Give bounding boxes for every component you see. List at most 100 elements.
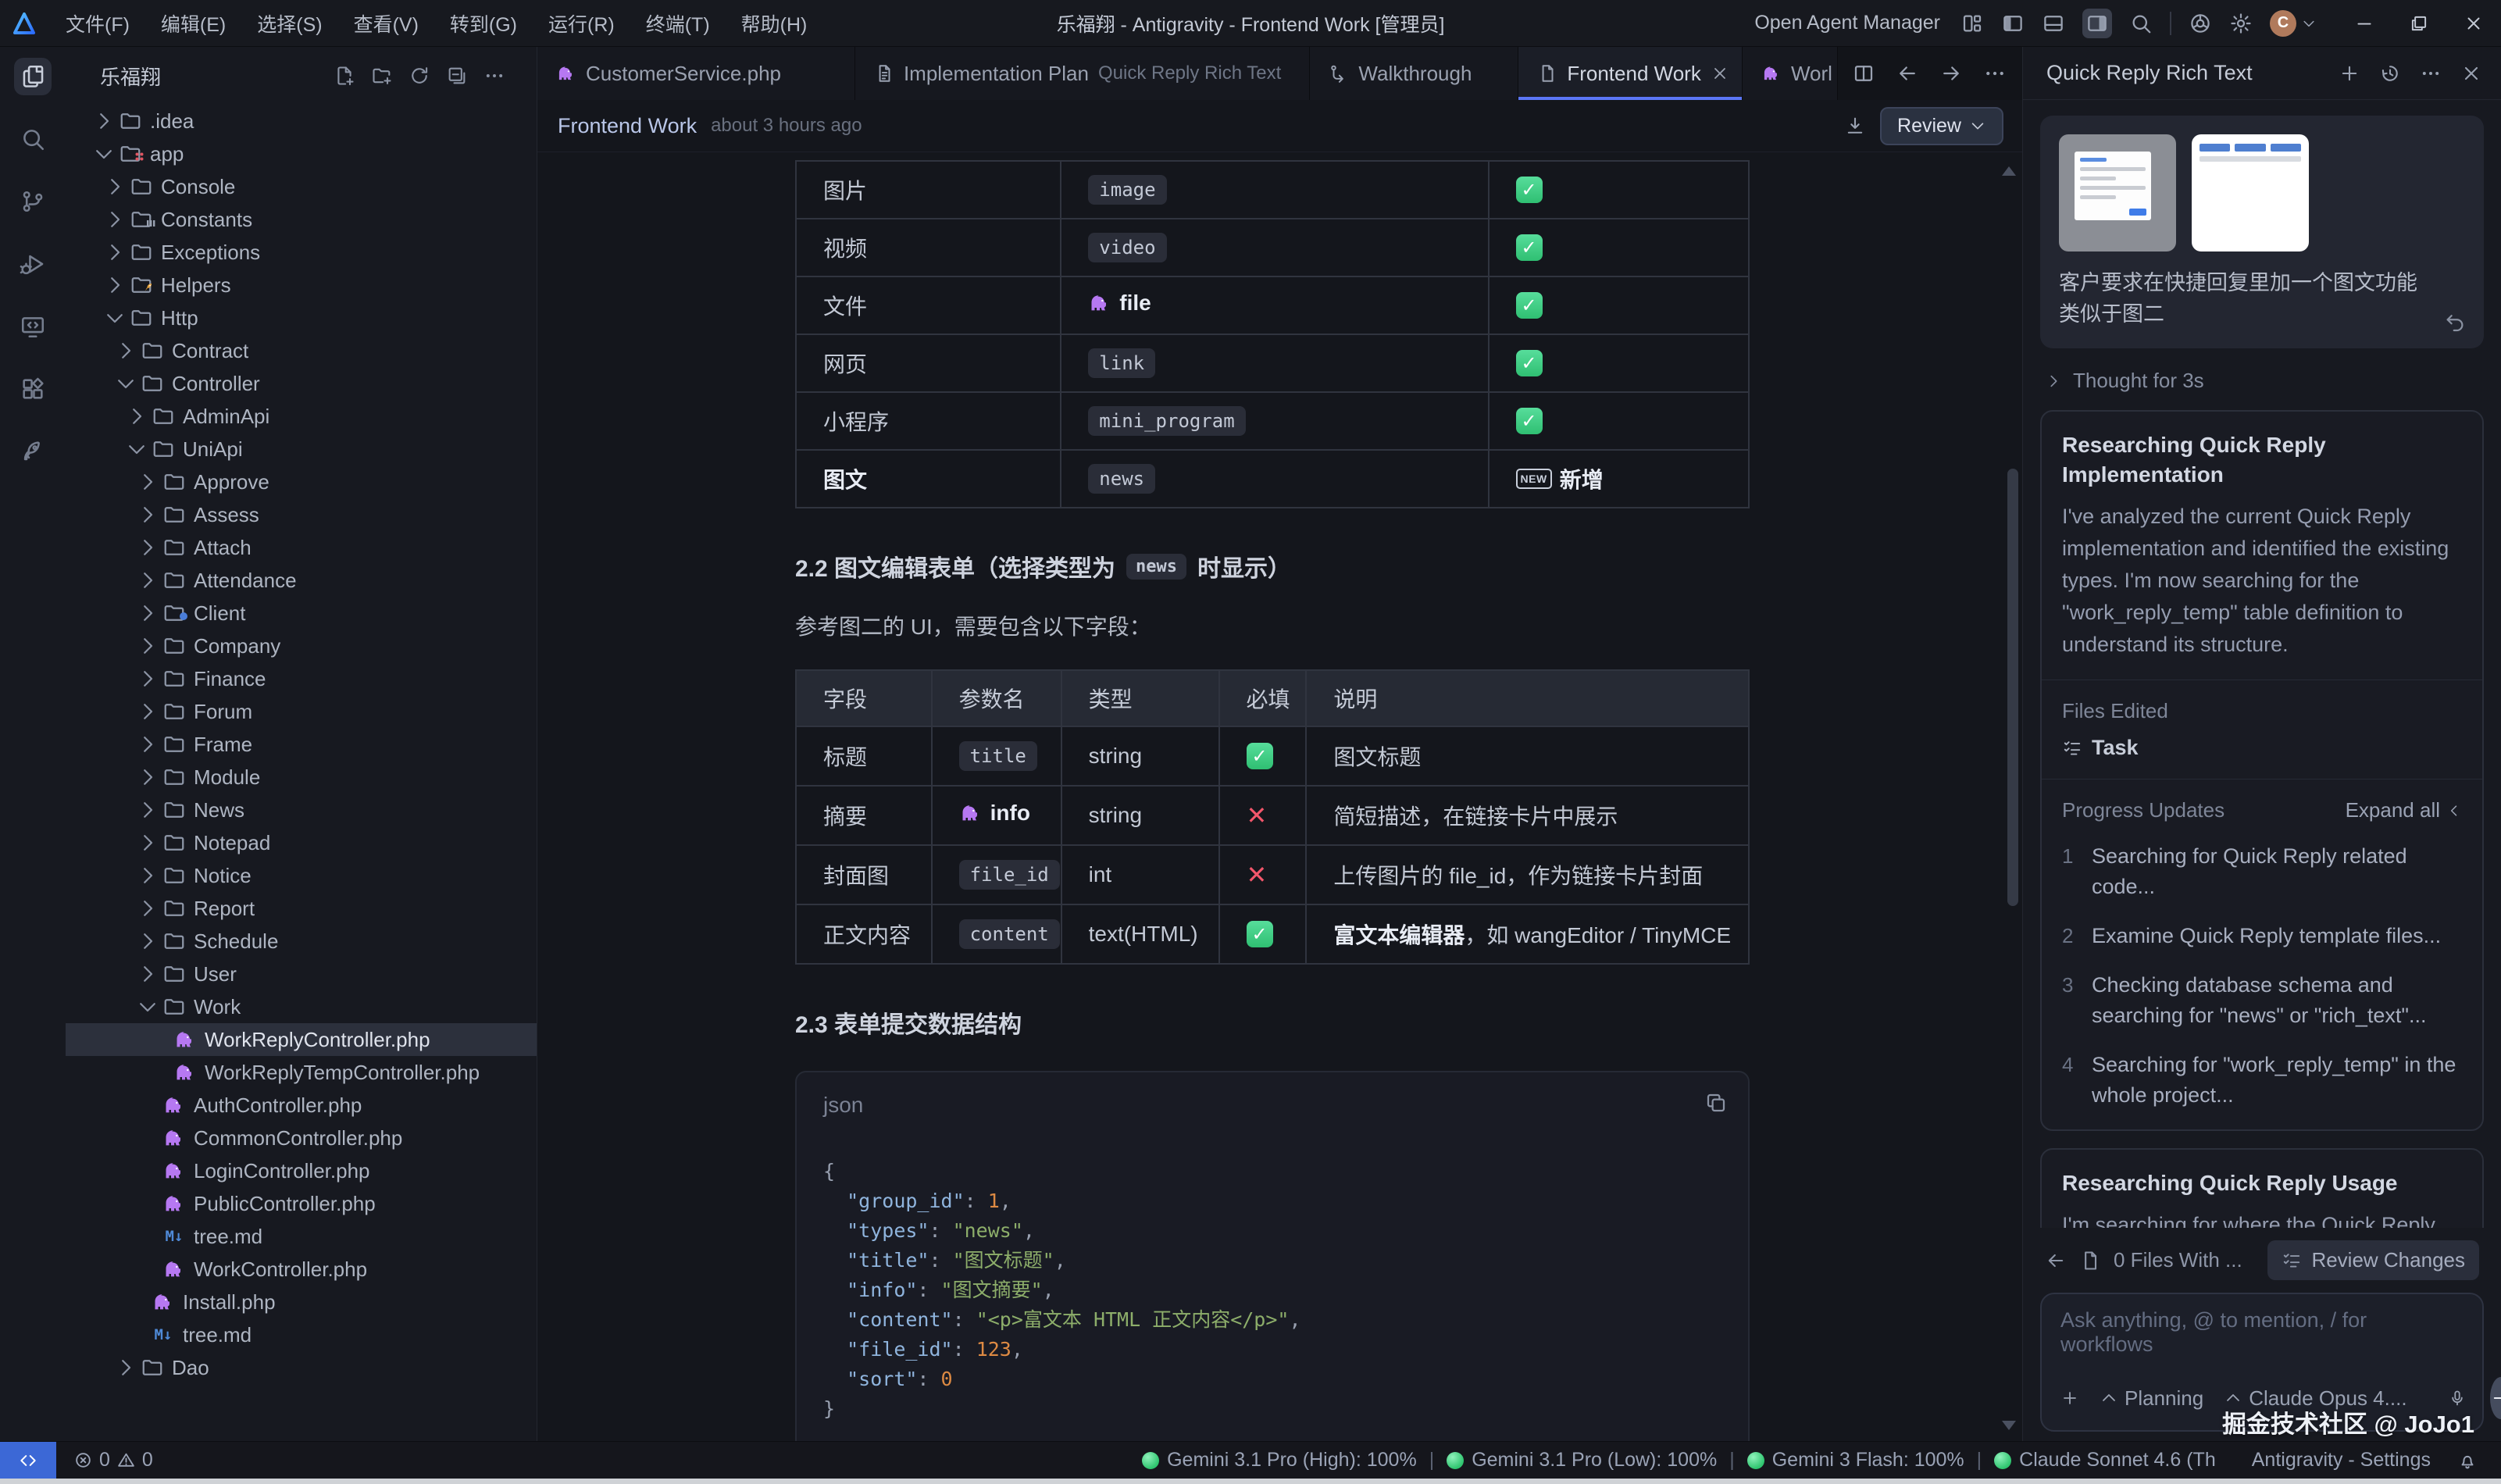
planning-mode-selector[interactable]: Planning bbox=[2100, 1386, 2203, 1411]
thought-toggle[interactable]: Thought for 3s bbox=[2045, 369, 2481, 393]
tree-item-uniapi[interactable]: UniApi bbox=[66, 433, 537, 466]
navigate-back-icon[interactable] bbox=[1896, 62, 1919, 85]
editor-scrollbar[interactable] bbox=[2007, 469, 2018, 906]
progress-step[interactable]: 1Searching for Quick Reply related code.… bbox=[2062, 841, 2462, 902]
chat-composer[interactable]: Ask anything, @ to mention, / for workfl… bbox=[2040, 1293, 2484, 1432]
microphone-icon[interactable] bbox=[2448, 1389, 2467, 1407]
activity-source-control[interactable] bbox=[14, 183, 52, 220]
add-attachment-icon[interactable] bbox=[2060, 1389, 2079, 1407]
tree-item-commoncontroller.php[interactable]: CommonController.php bbox=[66, 1122, 537, 1154]
remote-indicator[interactable] bbox=[0, 1442, 56, 1479]
expand-all-button[interactable]: Expand all bbox=[2346, 798, 2462, 822]
review-changes-button[interactable]: Review Changes bbox=[2267, 1240, 2479, 1280]
activity-explorer[interactable] bbox=[14, 58, 52, 95]
tree-item-work[interactable]: Work bbox=[66, 990, 537, 1023]
tree-item-workreplycontroller.php[interactable]: WorkReplyController.php bbox=[66, 1023, 537, 1056]
more-icon[interactable] bbox=[483, 65, 505, 87]
model-quota-item[interactable]: Gemini 3.1 Pro (High): 100% bbox=[1142, 1449, 1417, 1472]
tree-item-tree.md[interactable]: M↓tree.md bbox=[66, 1220, 537, 1253]
new-folder-icon[interactable] bbox=[371, 65, 393, 87]
account-menu[interactable]: C bbox=[2270, 10, 2317, 37]
tree-item-controller[interactable]: Controller bbox=[66, 367, 537, 400]
undo-icon[interactable] bbox=[2443, 311, 2467, 334]
activity-rocket[interactable] bbox=[14, 433, 52, 470]
tree-item-company[interactable]: Company bbox=[66, 630, 537, 662]
tree-item-attach[interactable]: Attach bbox=[66, 531, 537, 564]
tree-item-approve[interactable]: Approve bbox=[66, 466, 537, 498]
tree-item-publiccontroller.php[interactable]: PublicController.php bbox=[66, 1187, 537, 1220]
tree-item-app[interactable]: app bbox=[66, 137, 537, 170]
tree-item-workreplytempcontroller.php[interactable]: WorkReplyTempController.php bbox=[66, 1056, 537, 1089]
progress-step[interactable]: 2Examine Quick Reply template files... bbox=[2062, 921, 2462, 951]
restore-button[interactable] bbox=[2409, 13, 2429, 34]
navigate-forward-icon[interactable] bbox=[1939, 62, 1963, 85]
tree-item-finance[interactable]: Finance bbox=[66, 662, 537, 695]
tree-item-console[interactable]: Console bbox=[66, 170, 537, 203]
toggle-right-panel-button[interactable] bbox=[2082, 9, 2112, 38]
tree-item-forum[interactable]: Forum bbox=[66, 695, 537, 728]
menu-item[interactable]: 转到(G) bbox=[434, 3, 533, 44]
tree-item-schedule[interactable]: Schedule bbox=[66, 925, 537, 958]
tree-item-report[interactable]: Report bbox=[66, 892, 537, 925]
menu-item[interactable]: 帮助(H) bbox=[726, 3, 823, 44]
tree-item-module[interactable]: Module bbox=[66, 761, 537, 794]
tab-walkthrough[interactable]: Walkthrough bbox=[1310, 47, 1518, 100]
browser-icon[interactable] bbox=[2189, 12, 2212, 35]
progress-step[interactable]: 4Searching for "work_reply_temp" in the … bbox=[2062, 1050, 2462, 1111]
split-editor-icon[interactable] bbox=[1852, 62, 1875, 85]
model-selector[interactable]: Claude Opus 4.... bbox=[2224, 1386, 2406, 1411]
model-quota-item[interactable]: Gemini 3.1 Pro (Low): 100% bbox=[1447, 1449, 1717, 1472]
tab-frontend-work[interactable]: Frontend Work bbox=[1518, 47, 1743, 100]
tree-item-workcontroller.php[interactable]: WorkController.php bbox=[66, 1253, 537, 1286]
tree-item-helpers[interactable]: Helpers bbox=[66, 269, 537, 301]
tree-item-tree.md[interactable]: M↓tree.md bbox=[66, 1318, 537, 1351]
model-quota-item[interactable]: Gemini 3 Flash: 100% bbox=[1747, 1449, 1964, 1472]
tree-item-dao[interactable]: Dao bbox=[66, 1351, 537, 1384]
tree-item-notepad[interactable]: Notepad bbox=[66, 826, 537, 859]
history-icon[interactable] bbox=[2379, 62, 2401, 84]
review-button[interactable]: Review bbox=[1880, 107, 2003, 145]
close-tab-icon[interactable] bbox=[1711, 64, 1729, 83]
menu-item[interactable]: 终端(T) bbox=[630, 3, 726, 44]
back-arrow-icon[interactable] bbox=[2045, 1250, 2067, 1272]
tree-item-frame[interactable]: Frame bbox=[66, 728, 537, 761]
tab-worl[interactable]: Worl bbox=[1743, 47, 1838, 100]
activity-search[interactable] bbox=[14, 120, 52, 158]
tab-implementation-plan[interactable]: Implementation PlanQuick Reply Rich Text bbox=[855, 47, 1310, 100]
tree-item-install.php[interactable]: Install.php bbox=[66, 1286, 537, 1318]
menu-item[interactable]: 选择(S) bbox=[241, 3, 337, 44]
more-icon[interactable] bbox=[2420, 62, 2442, 84]
task-item[interactable]: Task bbox=[2062, 736, 2462, 760]
open-agent-manager-button[interactable]: Open Agent Manager bbox=[1754, 12, 1940, 34]
tree-item-contract[interactable]: Contract bbox=[66, 334, 537, 367]
scroll-down-arrow[interactable] bbox=[2002, 1421, 2016, 1430]
agent-manager-grid-icon[interactable] bbox=[1960, 12, 1984, 35]
bell-icon[interactable] bbox=[2457, 1450, 2478, 1471]
tree-item-logincontroller.php[interactable]: LoginController.php bbox=[66, 1154, 537, 1187]
toggle-bottom-panel-icon[interactable] bbox=[2042, 12, 2065, 35]
problems-indicator[interactable]: 0 0 bbox=[73, 1449, 153, 1472]
send-button[interactable] bbox=[2490, 1377, 2501, 1419]
tree-item-attendance[interactable]: Attendance bbox=[66, 564, 537, 597]
tree-item-client[interactable]: Client bbox=[66, 597, 537, 630]
menu-item[interactable]: 编辑(E) bbox=[145, 3, 241, 44]
menu-item[interactable]: 运行(R) bbox=[533, 3, 630, 44]
tree-item-.idea[interactable]: .idea bbox=[66, 105, 537, 137]
menu-item[interactable]: 查看(V) bbox=[338, 3, 434, 44]
refresh-icon[interactable] bbox=[409, 65, 430, 87]
tree-item-notice[interactable]: Notice bbox=[66, 859, 537, 892]
progress-step[interactable]: 3Checking database schema and searching … bbox=[2062, 970, 2462, 1031]
close-panel-icon[interactable] bbox=[2460, 62, 2482, 84]
activity-remote-explorer[interactable] bbox=[14, 308, 52, 345]
menu-item[interactable]: 文件(F) bbox=[50, 3, 145, 44]
new-file-icon[interactable] bbox=[334, 65, 355, 87]
close-window-button[interactable] bbox=[2464, 13, 2484, 34]
tree-item-assess[interactable]: Assess bbox=[66, 498, 537, 531]
tree-item-authcontroller.php[interactable]: AuthController.php bbox=[66, 1089, 537, 1122]
toggle-left-panel-icon[interactable] bbox=[2001, 12, 2025, 35]
activity-run-debug[interactable] bbox=[14, 245, 52, 283]
scroll-up-arrow[interactable] bbox=[2002, 166, 2016, 176]
gear-icon[interactable] bbox=[2229, 12, 2253, 35]
tree-item-news[interactable]: News bbox=[66, 794, 537, 826]
tree-item-constants[interactable]: Constants bbox=[66, 203, 537, 236]
